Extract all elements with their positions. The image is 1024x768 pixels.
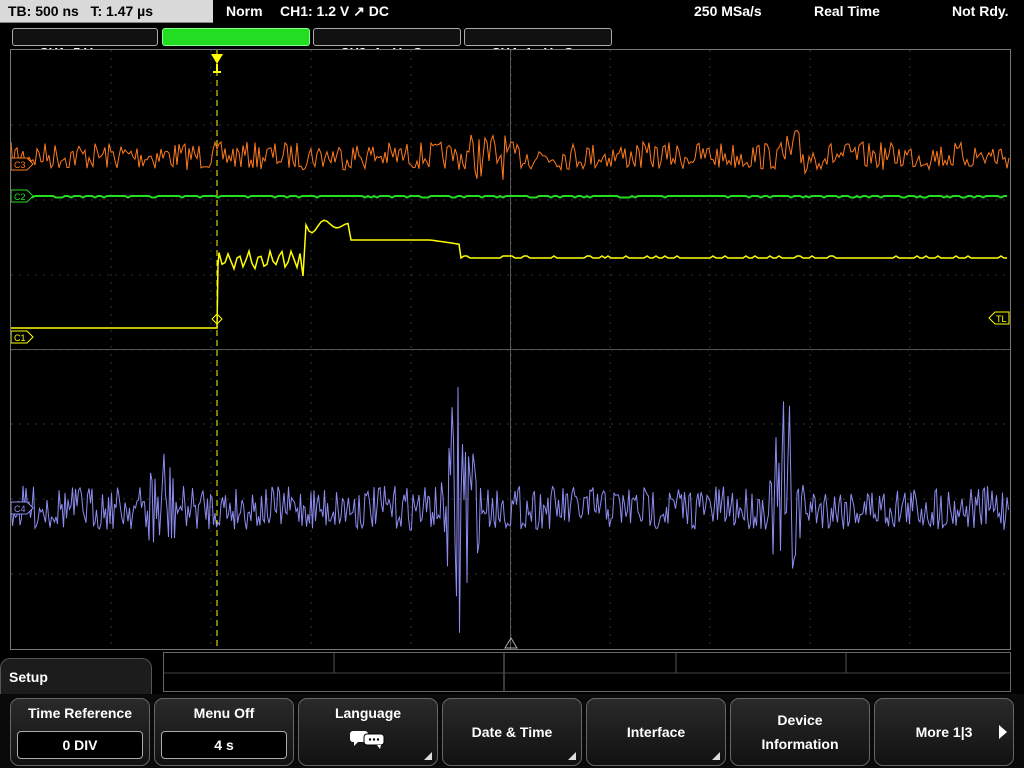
- channel-tab-ch2[interactable]: CH2: 20 mV≃Ω: [162, 28, 310, 60]
- ch2-waveform: [11, 194, 1007, 199]
- submenu-indicator-icon: [712, 752, 720, 760]
- submenu-indicator-icon: [424, 752, 432, 760]
- ch4-marker-label: C4: [14, 504, 26, 514]
- device-information-text: Device Information: [731, 699, 869, 765]
- overview-grid: [164, 653, 1010, 691]
- menu-off-button[interactable]: Menu Off 4 s: [154, 698, 294, 766]
- trigger-level-label: TL: [996, 314, 1007, 324]
- menu-off-value: 4 s: [161, 731, 287, 759]
- waveform-display[interactable]: C3 C2 C1 C4 TL: [10, 49, 1011, 650]
- graticule: [11, 50, 1010, 649]
- device-information-label-1: Device: [777, 712, 823, 728]
- language-label: Language: [334, 705, 402, 721]
- ch1-marker-label: C1: [14, 333, 26, 343]
- ch3-marker-label: C3: [14, 160, 26, 170]
- date-time-label: Date & Time: [471, 724, 553, 740]
- ch4-waveform: [11, 386, 1009, 633]
- ch1-offset-marker[interactable]: C1: [11, 330, 34, 344]
- speech-bubbles-icon: [350, 731, 385, 749]
- menu-title: Setup: [0, 658, 152, 694]
- trigger-source[interactable]: CH1: 1.2 V ↗ DC: [280, 0, 389, 23]
- channel-tab-ch4[interactable]: CH4: 1mV≃Ω: [464, 28, 612, 60]
- acquisition-mode: Real Time: [814, 3, 880, 19]
- more-button[interactable]: More 1|3: [874, 698, 1014, 766]
- trigger-mode[interactable]: Norm: [226, 0, 263, 23]
- submenu-indicator-icon: [568, 752, 576, 760]
- language-button[interactable]: Language: [298, 698, 438, 766]
- overview-strip: [163, 652, 1011, 692]
- ch2-offset-marker[interactable]: C2: [11, 189, 34, 203]
- next-page-arrow-icon: [999, 725, 1007, 739]
- time-reference-button[interactable]: Time Reference 0 DIV: [10, 698, 150, 766]
- interface-button[interactable]: Interface: [586, 698, 726, 766]
- ch2-marker-label: C2: [14, 192, 26, 202]
- time-reference-value: 0 DIV: [17, 731, 143, 759]
- date-time-button[interactable]: Date & Time: [442, 698, 582, 766]
- timebase-readout[interactable]: TB: 500 ns T: 1.47 µs: [0, 0, 213, 23]
- more-label: More 1|3: [915, 724, 973, 740]
- waveform-canvas[interactable]: C3 C2 C1 C4 TL: [11, 50, 1010, 649]
- menu-off-label: Menu Off: [193, 705, 255, 721]
- trigger-status: Not Rdy.: [952, 3, 1009, 19]
- sample-rate: 250 MSa/s: [694, 3, 762, 19]
- channel-tab-ch3[interactable]: CH3: 1mV≃Ω: [313, 28, 461, 60]
- trigger-position-icon[interactable]: [211, 54, 223, 73]
- interface-label: Interface: [626, 724, 686, 740]
- device-information-button[interactable]: Device Information: [730, 698, 870, 766]
- time-reference-label: Time Reference: [27, 705, 132, 721]
- trigger-level-marker[interactable]: TL: [988, 311, 1010, 325]
- ch3-offset-marker[interactable]: C3: [11, 157, 34, 171]
- channel-tab-ch1[interactable]: CH1: 5 V≃: [12, 28, 158, 60]
- ch1-waveform: [11, 219, 1007, 329]
- status-bar: TB: 500 ns T: 1.47 µs Norm CH1: 1.2 V ↗ …: [0, 0, 1024, 25]
- device-information-label-2: Information: [761, 736, 839, 752]
